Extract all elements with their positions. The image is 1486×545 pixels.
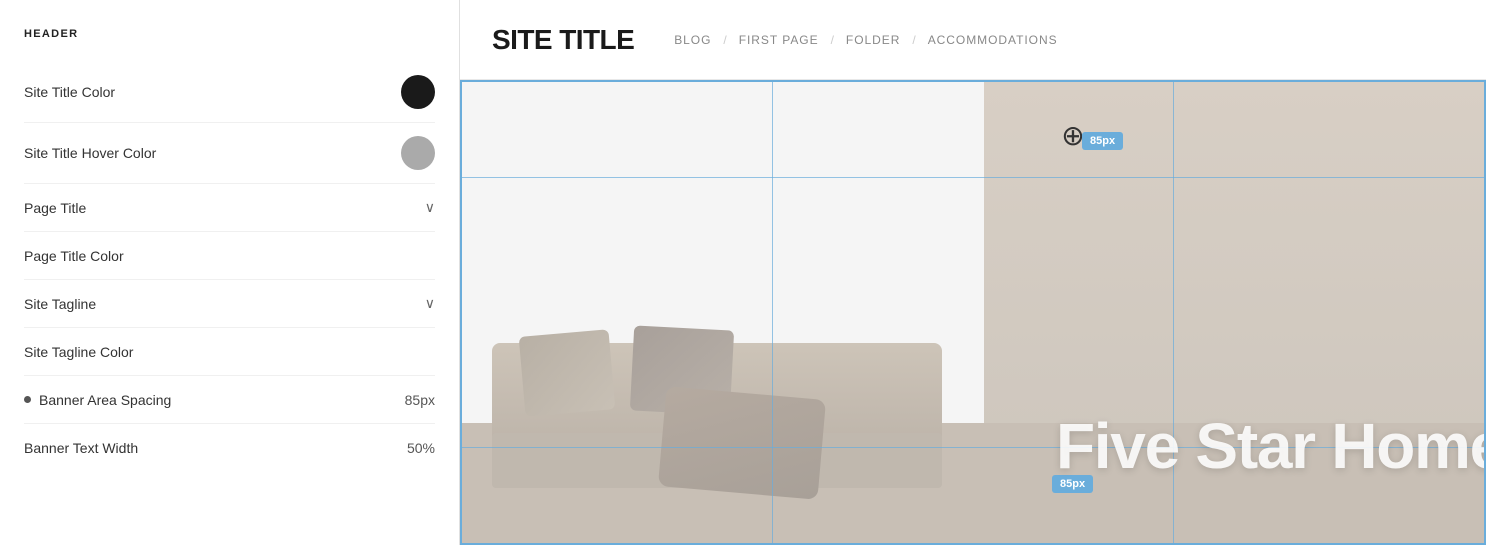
active-bullet-icon bbox=[24, 396, 31, 403]
color-swatch-site-title-color[interactable] bbox=[401, 75, 435, 109]
color-swatch-site-title-hover-color[interactable] bbox=[401, 136, 435, 170]
nav-separator: / bbox=[912, 33, 915, 47]
setting-label-site-tagline-color: Site Tagline Color bbox=[24, 344, 133, 360]
label-text-site-title-color: Site Title Color bbox=[24, 84, 115, 100]
blanket bbox=[658, 386, 826, 500]
nav-link-accommodations[interactable]: ACCOMMODATIONS bbox=[928, 33, 1058, 47]
setting-label-site-tagline: Site Tagline bbox=[24, 296, 96, 312]
nav-link-folder[interactable]: FOLDER bbox=[846, 33, 900, 47]
setting-value-banner-text-width: 50% bbox=[407, 440, 435, 456]
setting-row-site-tagline: Site Tagline ∨ bbox=[24, 280, 435, 328]
preview-panel: SITE TITLE BLOG / FIRST PAGE / FOLDER / ACCOMM… bbox=[460, 0, 1486, 545]
settings-panel: HEADER Site Title Color Site Title Hover … bbox=[0, 0, 460, 545]
section-header: HEADER bbox=[24, 28, 435, 40]
setting-label-banner-area-spacing: Banner Area Spacing bbox=[24, 392, 171, 408]
setting-label-site-title-color: Site Title Color bbox=[24, 84, 115, 100]
guide-line-horizontal-top bbox=[462, 177, 1484, 178]
label-text-banner-text-width: Banner Text Width bbox=[24, 440, 138, 456]
nav-link-first-page[interactable]: FIRST PAGE bbox=[739, 33, 819, 47]
setting-label-banner-text-width: Banner Text Width bbox=[24, 440, 138, 456]
setting-value-banner-area-spacing: 85px bbox=[405, 392, 435, 408]
nav-links: BLOG / FIRST PAGE / FOLDER / ACCOMMODATIONS bbox=[674, 33, 1057, 47]
setting-row-site-title-hover-color: Site Title Hover Color bbox=[24, 123, 435, 184]
setting-label-page-title: Page Title bbox=[24, 200, 86, 216]
guide-line-vertical-left bbox=[772, 82, 773, 543]
pillow-1 bbox=[519, 329, 616, 417]
label-text-banner-area-spacing: Banner Area Spacing bbox=[39, 392, 171, 408]
label-text-page-title: Page Title bbox=[24, 200, 86, 216]
preview-banner: ⊕ 85px 85px Five Star Home bbox=[460, 80, 1486, 545]
setting-row-banner-text-width: Banner Text Width 50% bbox=[24, 424, 435, 472]
setting-row-site-title-color: Site Title Color bbox=[24, 62, 435, 123]
spacing-badge-top: 85px bbox=[1082, 132, 1123, 150]
banner-page-title: Five Star Home bbox=[1056, 409, 1486, 483]
nav-separator: / bbox=[831, 33, 834, 47]
setting-row-banner-area-spacing: Banner Area Spacing 85px bbox=[24, 376, 435, 424]
preview-nav: SITE TITLE BLOG / FIRST PAGE / FOLDER / ACCOMM… bbox=[460, 0, 1486, 80]
setting-label-page-title-color: Page Title Color bbox=[24, 248, 124, 264]
setting-row-page-title: Page Title ∨ bbox=[24, 184, 435, 232]
setting-row-site-tagline-color: Site Tagline Color bbox=[24, 328, 435, 376]
setting-label-site-title-hover-color: Site Title Hover Color bbox=[24, 145, 156, 161]
chevron-down-icon[interactable]: ∨ bbox=[425, 295, 435, 312]
nav-link-blog[interactable]: BLOG bbox=[674, 33, 711, 47]
label-text-site-tagline-color: Site Tagline Color bbox=[24, 344, 133, 360]
setting-row-page-title-color: Page Title Color bbox=[24, 232, 435, 280]
label-text-site-title-hover-color: Site Title Hover Color bbox=[24, 145, 156, 161]
label-text-site-tagline: Site Tagline bbox=[24, 296, 96, 312]
nav-separator: / bbox=[723, 33, 726, 47]
label-text-page-title-color: Page Title Color bbox=[24, 248, 124, 264]
site-title: SITE TITLE bbox=[492, 24, 634, 56]
chevron-down-icon[interactable]: ∨ bbox=[425, 199, 435, 216]
